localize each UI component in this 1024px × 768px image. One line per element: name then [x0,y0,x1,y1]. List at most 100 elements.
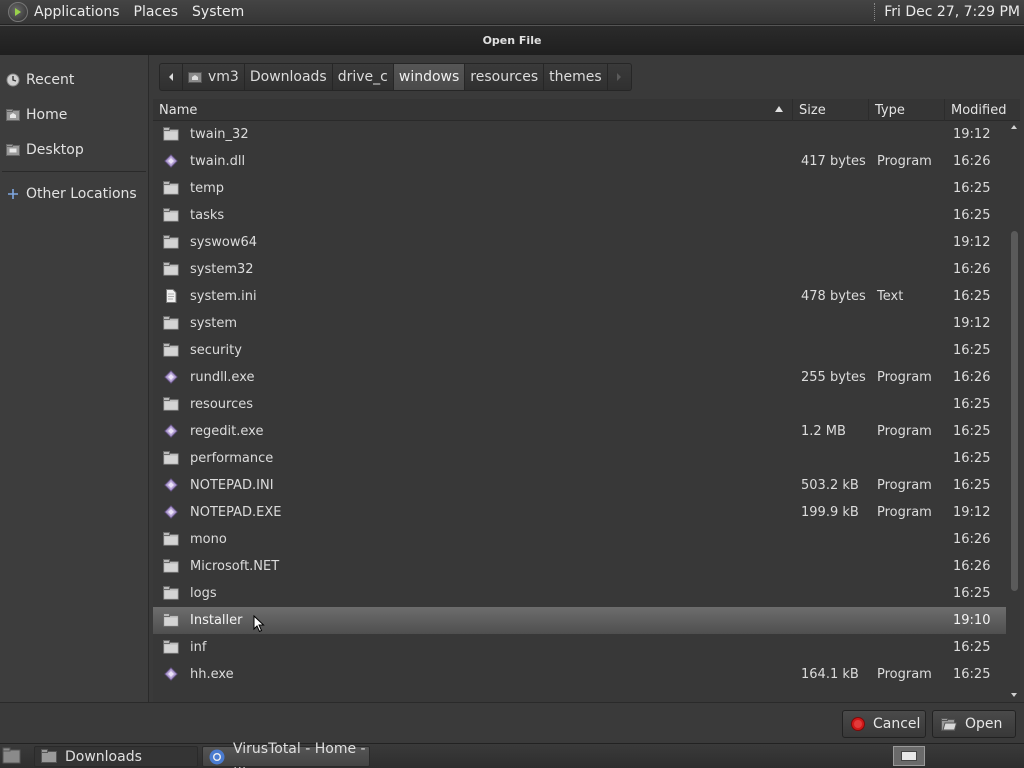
file-row[interactable]: regedit.exe 1.2 MB Program 16:25 [153,418,1006,445]
program-icon [164,667,178,681]
path-crumb-windows[interactable]: windows [393,63,466,91]
file-name: temp [190,181,225,196]
sidebar-item-recent[interactable]: Recent [0,62,148,97]
path-back-button[interactable] [159,63,183,91]
column-label: Size [799,102,826,118]
file-row[interactable]: temp 16:25 [153,175,1006,202]
file-size: 478 bytes [801,289,866,304]
file-row[interactable]: inf 16:25 [153,634,1006,661]
task-downloads[interactable]: Downloads [34,746,198,767]
clock-icon [6,73,20,87]
file-row[interactable]: system 19:12 [153,310,1006,337]
file-row[interactable]: logs 16:25 [153,580,1006,607]
file-modified: 16:25 [953,208,991,223]
file-modified: 16:25 [953,586,991,601]
sidebar-item-other-locations[interactable]: Other Locations [0,176,148,211]
sidebar-item-home[interactable]: Home [0,97,148,132]
file-row[interactable]: syswow64 19:12 [153,229,1006,256]
file-row[interactable]: system32 16:26 [153,256,1006,283]
file-name: resources [190,397,254,412]
folder-icon [163,235,179,249]
places-menu[interactable]: Places [134,4,179,20]
clock[interactable]: Fri Dec 27, 7:29 PM [884,4,1020,20]
task-virustotal[interactable]: VirusTotal - Home - ... [202,741,370,768]
scroll-thumb[interactable] [1011,231,1018,591]
workspace-switcher[interactable] [893,746,925,766]
column-header-type[interactable]: Type [869,99,945,121]
program-icon [164,370,178,384]
file-name: NOTEPAD.EXE [190,505,282,520]
column-header-name[interactable]: Name [153,99,793,121]
file-row[interactable]: rundll.exe 255 bytes Program 16:26 [153,364,1006,391]
crumb-label: resources [470,69,539,85]
dialog-titlebar[interactable]: Open File [0,25,1024,55]
open-folder-icon [941,716,957,732]
folder-icon [163,532,179,546]
program-icon [164,478,178,492]
file-row[interactable]: tasks 16:25 [153,202,1006,229]
file-modified: 16:25 [953,397,991,412]
path-crumb-drive-c[interactable]: drive_c [332,63,394,91]
file-modified: 16:25 [953,451,991,466]
folder-icon [163,451,179,465]
file-modified: 19:12 [953,316,991,331]
sidebar-item-desktop[interactable]: Desktop [0,132,148,167]
file-row[interactable]: NOTEPAD.EXE 199.9 kB Program 19:12 [153,499,1006,526]
path-bar: vm3 Downloads drive_c windows resources … [159,63,632,91]
file-row[interactable]: resources 16:25 [153,391,1006,418]
system-logo-icon[interactable] [8,2,28,22]
cancel-label: Cancel [873,716,921,732]
file-row[interactable]: system.ini 478 bytes Text 16:25 [153,283,1006,310]
file-name: Installer [190,613,243,628]
file-row[interactable]: performance 16:25 [153,445,1006,472]
cancel-button[interactable]: Cancel [842,710,926,738]
file-row[interactable]: security 16:25 [153,337,1006,364]
mouse-cursor-icon [253,615,265,633]
program-icon [164,154,178,168]
system-menu[interactable]: System [192,4,244,20]
folder-icon [163,208,179,222]
open-button[interactable]: Open [932,710,1016,738]
applications-menu[interactable]: Applications [34,4,120,20]
path-crumb-downloads[interactable]: Downloads [244,63,333,91]
file-list-header: Name Size Type Modified [153,99,1020,121]
show-desktop-icon[interactable] [2,747,22,765]
file-name: system.ini [190,289,257,304]
file-name: regedit.exe [190,424,264,439]
file-type: Program [877,370,932,385]
scroll-up-icon[interactable] [1010,123,1018,131]
column-header-size[interactable]: Size [793,99,869,121]
path-crumb-themes[interactable]: themes [544,63,608,91]
task-label: VirusTotal - Home - ... [233,740,366,768]
file-modified: 19:10 [953,613,991,628]
file-row[interactable]: Microsoft.NET 16:26 [153,553,1006,580]
home-folder-icon [6,108,20,122]
file-row[interactable]: NOTEPAD.INI 503.2 kB Program 16:25 [153,472,1006,499]
open-file-dialog: Open File Recent Home Desktop Other Loca… [0,25,1024,743]
path-crumb-vm3[interactable]: vm3 [183,63,245,91]
folder-icon [163,613,179,627]
path-crumb-resources[interactable]: resources [465,63,545,91]
file-row[interactable]: Installer 19:10 [153,607,1006,634]
path-forward-button[interactable] [607,63,632,91]
file-modified: 16:26 [953,262,991,277]
folder-icon [163,343,179,357]
sidebar-item-label: Recent [26,71,75,88]
file-type: Program [877,478,932,493]
folder-icon [163,559,179,573]
dialog-button-bar: Cancel Open [0,702,1024,743]
file-row[interactable]: mono 16:26 [153,526,1006,553]
file-row[interactable]: twain.dll 417 bytes Program 16:26 [153,148,1006,175]
column-label: Name [159,102,198,118]
sidebar-item-label: Desktop [26,141,84,158]
file-row[interactable]: hh.exe 164.1 kB Program 16:25 [153,661,1006,688]
top-panel: Applications Places System Fri Dec 27, 7… [0,0,1024,25]
file-row[interactable]: twain_32 19:12 [153,121,1006,148]
crumb-label: windows [398,69,460,85]
file-modified: 16:25 [953,289,991,304]
crumb-label: themes [549,69,602,85]
column-header-modified[interactable]: Modified [945,99,1020,121]
vertical-scrollbar[interactable] [1008,121,1020,702]
scroll-down-icon[interactable] [1010,691,1018,699]
file-list: Name Size Type Modified twain_32 19:12 twa… [153,99,1020,702]
